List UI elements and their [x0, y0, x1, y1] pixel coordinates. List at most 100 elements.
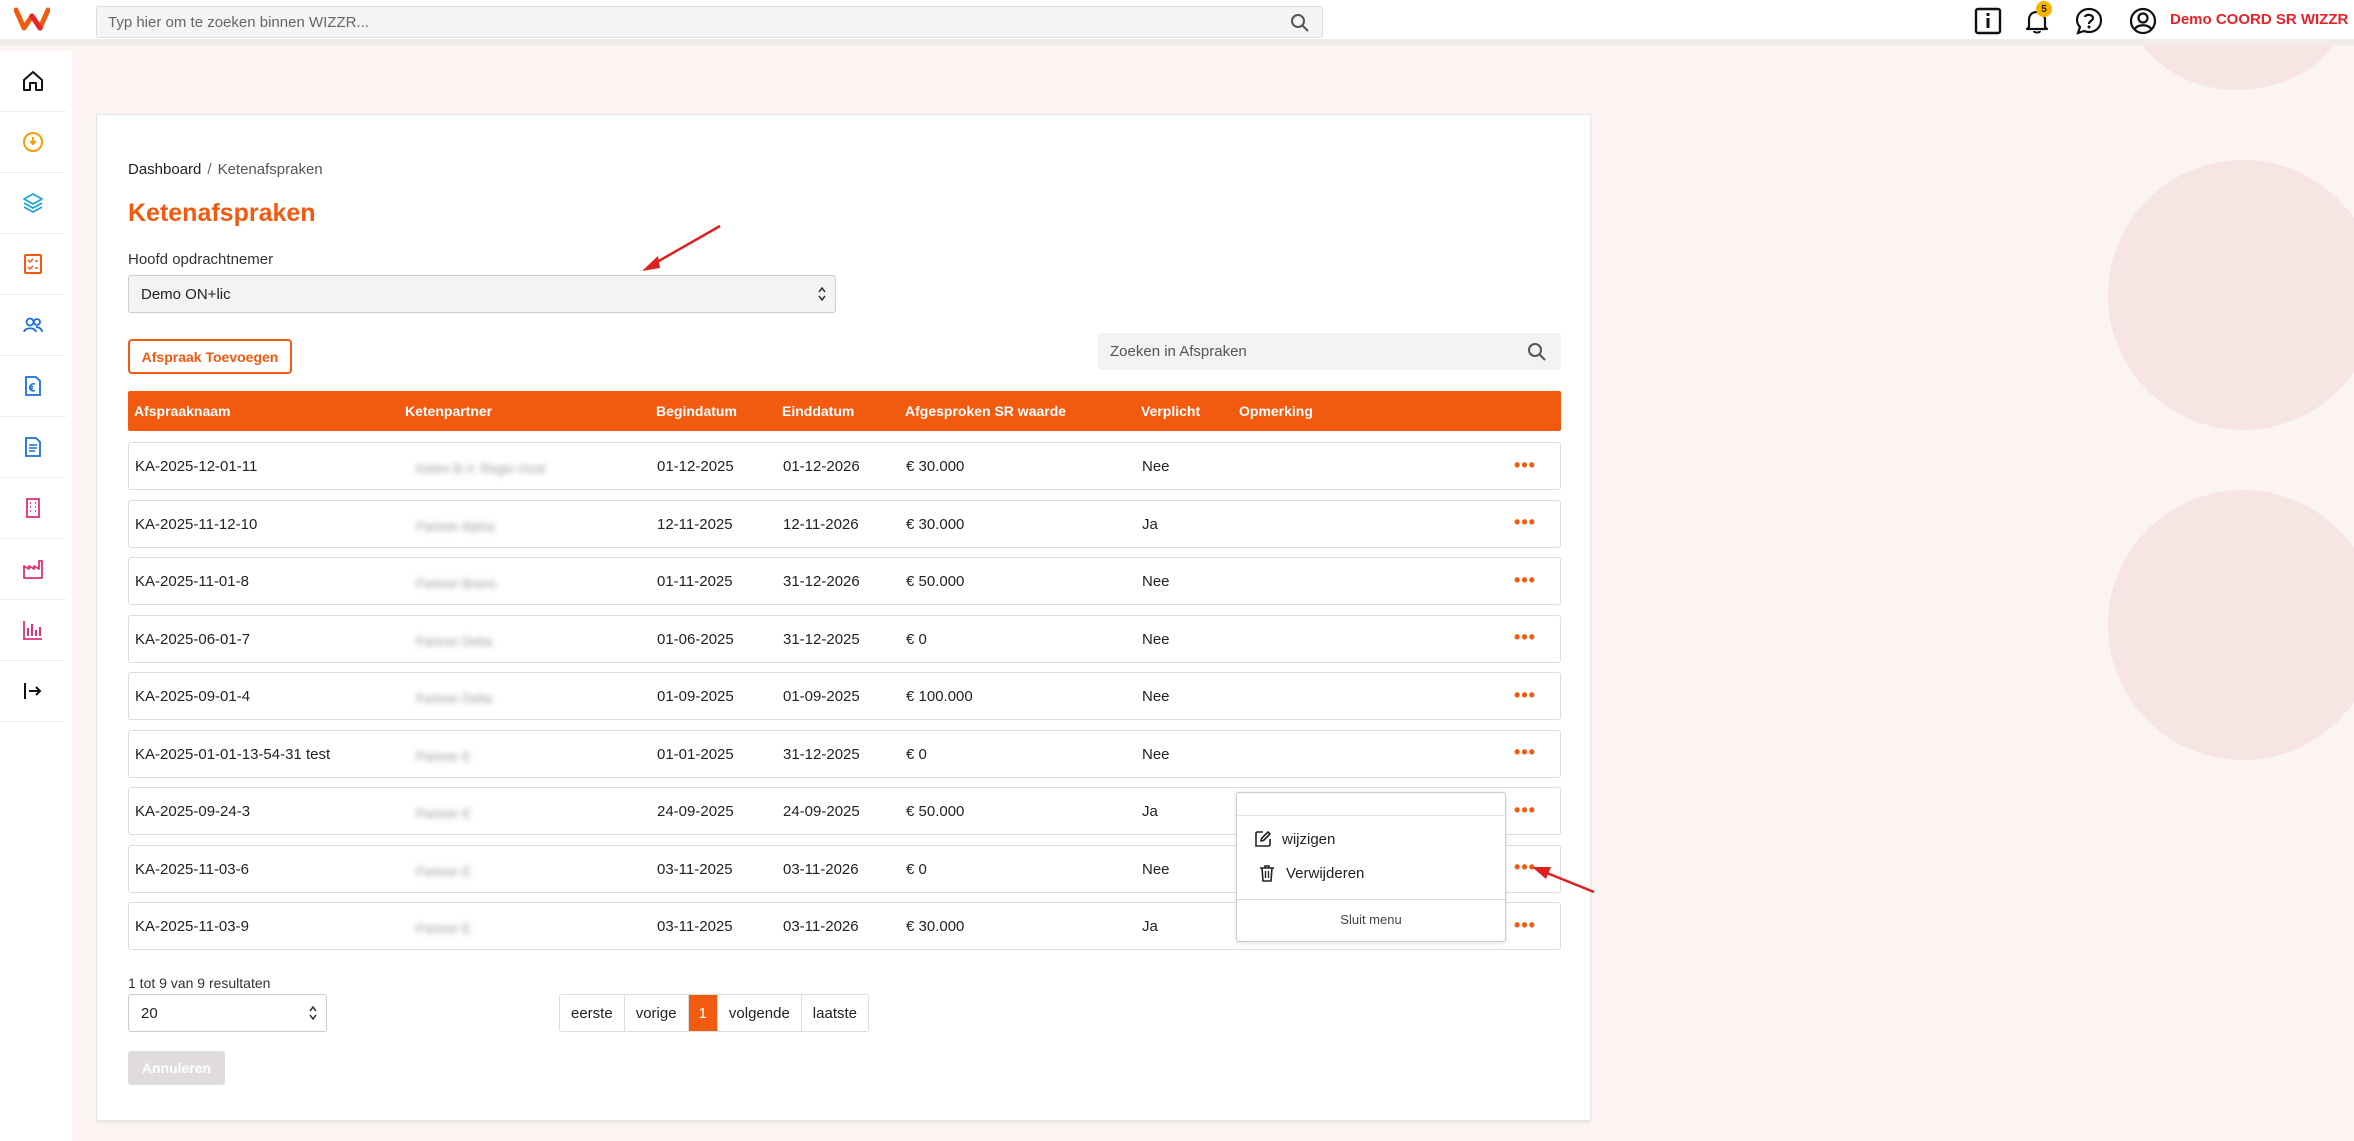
row-menu-button[interactable]: ••• [1512, 683, 1538, 707]
cell-end: 12-11-2026 [783, 515, 859, 533]
row-menu-button[interactable]: ••• [1512, 626, 1538, 650]
pager-next[interactable]: volgende [717, 995, 802, 1031]
trash-icon [1260, 865, 1274, 882]
sidebar-item-finance[interactable] [0, 356, 66, 417]
cell-name: KA-2025-09-01-4 [135, 688, 251, 705]
sidebar-item-factory[interactable] [0, 539, 66, 600]
table-search[interactable] [1098, 333, 1561, 370]
table-row[interactable]: KA-2025-06-01-7 Partner Delta 01-06-2025 31… [128, 614, 1561, 663]
info-icon[interactable] [1973, 6, 2003, 36]
add-agreement-button[interactable]: Afspraak Toevoegen [128, 339, 292, 374]
logout-icon [24, 683, 42, 699]
sidebar-item-documents[interactable] [0, 417, 66, 478]
column-header-name[interactable]: Afspraaknaam [134, 403, 231, 419]
document-icon [25, 437, 41, 457]
menu-delete[interactable]: Verwijderen [1257, 863, 1364, 883]
cell-start: 01-01-2025 [657, 745, 734, 763]
cell-name: KA-2025-09-24-3 [135, 803, 251, 820]
pagination: eerste vorige 1 volgende laatste [559, 994, 869, 1032]
select-arrows-icon [309, 1005, 317, 1021]
column-header-mandatory[interactable]: Verplicht [1141, 403, 1200, 419]
pager-first[interactable]: eerste [560, 995, 625, 1031]
table-search-input[interactable] [1098, 333, 1518, 370]
sidebar [0, 51, 72, 1141]
cell-start: 01-11-2025 [657, 573, 733, 590]
cell-start: 12-11-2025 [657, 515, 733, 533]
cell-end: 31-12-2025 [783, 745, 860, 763]
cell-mandatory: Ja [1142, 918, 1158, 935]
search-icon[interactable] [1527, 342, 1547, 362]
pager-previous[interactable]: vorige [624, 995, 689, 1031]
cell-start: 01-09-2025 [657, 688, 734, 705]
edit-icon [1255, 831, 1271, 847]
pager-last[interactable]: laatste [801, 995, 868, 1031]
table-row[interactable]: KA-2025-09-01-4 Partner Delta 01-09-2025 01… [128, 672, 1561, 720]
sidebar-item-home[interactable] [0, 51, 66, 112]
row-menu-button[interactable]: ••• [1512, 741, 1538, 765]
user-name[interactable]: Demo COORD SR WIZZR [2170, 11, 2348, 28]
cell-mandatory: Nee [1142, 688, 1170, 705]
pager-page-1[interactable]: 1 [688, 995, 718, 1031]
help-icon[interactable] [2074, 6, 2104, 36]
row-menu-button[interactable]: ••• [1512, 453, 1538, 477]
column-header-end[interactable]: Einddatum [782, 403, 854, 419]
cell-name: KA-2025-11-03-6 [135, 860, 249, 878]
cell-mandatory: Nee [1142, 745, 1170, 763]
contractor-select[interactable]: Demo ON+lic [128, 275, 836, 313]
table-row[interactable]: KA-2025-12-01-11 Keten B.V. Regio Oost 01-… [128, 442, 1561, 490]
users-icon [23, 317, 43, 333]
cell-partner: Partner E [416, 748, 471, 764]
cell-name: KA-2025-11-12-10 [135, 515, 258, 533]
results-count: 1 tot 9 van 9 resultaten [128, 975, 271, 991]
cell-partner: Keten B.V. Regio Oost [416, 461, 546, 476]
user-icon[interactable] [2128, 6, 2158, 36]
cell-mandatory: Nee [1142, 458, 1170, 475]
column-header-remark[interactable]: Opmerking [1239, 403, 1313, 419]
bar-chart-icon [23, 621, 42, 640]
column-header-start[interactable]: Begindatum [656, 403, 737, 419]
menu-close-button[interactable]: Sluit menu [1237, 912, 1505, 927]
cell-value: € 100.000 [906, 688, 973, 705]
cancel-button[interactable]: Annuleren [128, 1051, 225, 1085]
cell-value: € 50.000 [906, 803, 965, 820]
menu-edit[interactable]: wijzigen [1253, 829, 1335, 849]
cell-mandatory: Nee [1142, 573, 1170, 590]
sidebar-item-dashboard[interactable] [0, 112, 66, 173]
cell-end: 31-12-2026 [783, 573, 860, 590]
cell-partner: Partner Bravo [416, 576, 497, 591]
global-search[interactable] [96, 6, 1323, 38]
cell-end: 03-11-2026 [783, 918, 859, 935]
row-menu-button[interactable]: ••• [1512, 913, 1538, 937]
breadcrumb-home[interactable]: Dashboard [128, 161, 201, 178]
page-title: Ketenafspraken [128, 199, 316, 227]
page-size-select[interactable]: 20 [128, 994, 327, 1032]
contractor-select-value: Demo ON+lic [141, 286, 231, 303]
sidebar-item-checklist[interactable] [0, 234, 66, 295]
decor-circle [2108, 490, 2354, 760]
wizzr-logo[interactable] [14, 7, 50, 31]
sidebar-item-layers[interactable] [0, 173, 66, 234]
cell-end: 31-12-2025 [783, 630, 860, 648]
cell-end: 01-09-2025 [783, 688, 860, 705]
cell-mandatory: Ja [1142, 515, 1158, 533]
sidebar-item-logout[interactable] [0, 661, 66, 722]
sidebar-item-reports[interactable] [0, 600, 66, 661]
table-row[interactable]: KA-2025-11-12-10 Partner Alpha 12-11-2025 1… [128, 499, 1561, 548]
row-menu-button[interactable]: ••• [1512, 568, 1538, 592]
table-header: Afspraaknaam Ketenpartner Begindatum Ein… [128, 391, 1561, 431]
row-menu-button[interactable]: ••• [1512, 798, 1538, 822]
cell-value: € 0 [906, 860, 927, 878]
menu-divider [1237, 899, 1505, 900]
cell-start: 03-11-2025 [657, 918, 733, 935]
breadcrumb: Dashboard / Ketenafspraken [128, 161, 323, 178]
row-menu-button[interactable]: ••• [1512, 511, 1538, 535]
cell-value: € 30.000 [906, 918, 965, 935]
table-row[interactable]: KA-2025-01-01-13-54-31 test Partner E 01-0… [128, 729, 1561, 778]
table-row[interactable]: KA-2025-11-01-8 Partner Bravo 01-11-2025 31… [128, 557, 1561, 605]
column-header-value[interactable]: Afgesproken SR waarde [905, 403, 1066, 419]
column-header-partner[interactable]: Ketenpartner [405, 403, 492, 419]
global-search-input[interactable] [97, 7, 1277, 37]
search-icon[interactable] [1290, 13, 1310, 33]
sidebar-item-users[interactable] [0, 295, 66, 356]
sidebar-item-buildings[interactable] [0, 478, 66, 539]
